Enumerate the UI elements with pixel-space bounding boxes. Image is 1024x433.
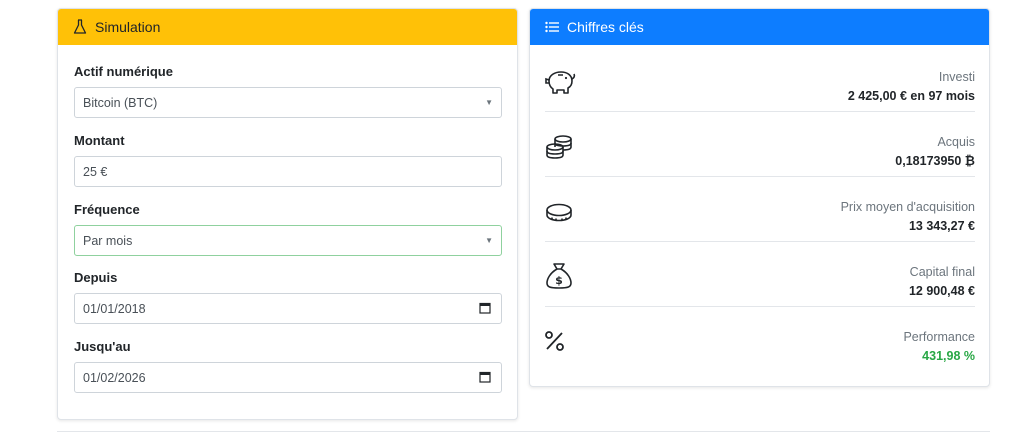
amount-input[interactable]: 25 € bbox=[74, 156, 502, 187]
divider bbox=[545, 241, 975, 242]
frequency-select[interactable]: Par mois ▼ bbox=[74, 225, 502, 256]
simulation-title: Simulation bbox=[95, 19, 161, 35]
kpi-invested-label: Investi bbox=[938, 70, 975, 84]
to-date-label: Jusqu'au bbox=[74, 339, 131, 354]
coin-icon bbox=[546, 203, 572, 222]
kpi-final-capital-value: 12 900,48 € bbox=[908, 284, 975, 298]
piggy-bank-icon bbox=[545, 71, 576, 94]
amount-input-value: 25 € bbox=[83, 164, 108, 179]
money-bag-icon: $ bbox=[546, 263, 572, 289]
coins-icon bbox=[546, 135, 572, 159]
kpi-performance-value: 431,98 % bbox=[922, 349, 975, 363]
frequency-label: Fréquence bbox=[74, 202, 140, 217]
percent-icon bbox=[545, 331, 564, 351]
divider bbox=[57, 431, 990, 432]
asset-select-value: Bitcoin (BTC) bbox=[83, 95, 158, 110]
chevron-down-icon: ▼ bbox=[485, 98, 493, 107]
key-figures-title: Chiffres clés bbox=[567, 19, 644, 35]
kpi-final-capital-label: Capital final bbox=[909, 265, 975, 279]
from-date-value: 01/01/2018 bbox=[83, 301, 146, 316]
calendar-icon[interactable] bbox=[479, 371, 491, 383]
kpi-invested-value: 2 425,00 € en 97 mois bbox=[847, 89, 975, 103]
asset-select[interactable]: Bitcoin (BTC) ▼ bbox=[74, 87, 502, 118]
divider bbox=[545, 176, 975, 177]
from-date-input[interactable]: 01/01/2018 bbox=[74, 293, 502, 324]
to-date-value: 01/02/2026 bbox=[83, 370, 146, 385]
calendar-icon[interactable] bbox=[479, 302, 491, 314]
kpi-performance: Performance 431,98 % bbox=[530, 316, 989, 381]
divider bbox=[545, 111, 975, 112]
key-figures-header: Chiffres clés bbox=[530, 9, 989, 45]
to-date-input[interactable]: 01/02/2026 bbox=[74, 362, 502, 393]
kpi-acquired-value: 0,18173950 ₿ bbox=[895, 154, 975, 168]
list-icon bbox=[545, 21, 559, 33]
chevron-down-icon: ▼ bbox=[485, 236, 493, 245]
simulation-card: Simulation Actif numérique Bitcoin (BTC)… bbox=[57, 8, 518, 420]
kpi-average-price-label: Prix moyen d'acquisition bbox=[840, 200, 975, 214]
frequency-select-value: Par mois bbox=[83, 233, 133, 248]
key-figures-card: Chiffres clés Investi 2 425,00 € en 97 m… bbox=[529, 8, 990, 387]
kpi-acquired-label: Acquis bbox=[937, 135, 975, 149]
amount-label: Montant bbox=[74, 133, 125, 148]
divider bbox=[545, 306, 975, 307]
flask-icon bbox=[73, 19, 87, 34]
kpi-average-price-value: 13 343,27 € bbox=[908, 219, 975, 233]
asset-label: Actif numérique bbox=[74, 64, 173, 79]
from-date-label: Depuis bbox=[74, 270, 118, 285]
kpi-performance-label: Performance bbox=[903, 330, 975, 344]
svg-text:$: $ bbox=[555, 274, 563, 287]
simulation-header: Simulation bbox=[58, 9, 517, 45]
